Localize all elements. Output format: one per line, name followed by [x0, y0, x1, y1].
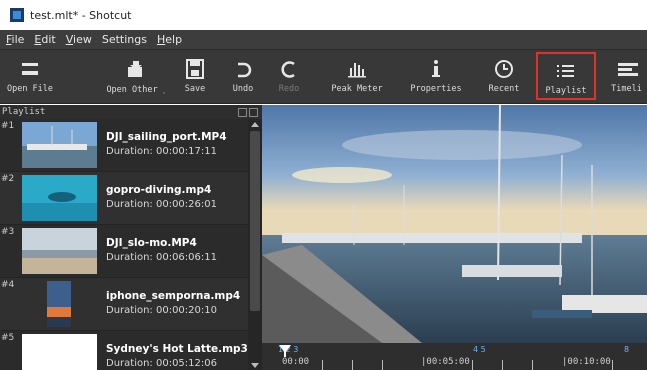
semporna-thumbnail [47, 281, 71, 327]
playlist-panel-header: Playlist [0, 105, 262, 119]
main-toolbar: Open File Open Other ˯ Save Undo Redo Pe… [0, 50, 647, 104]
scroll-down-icon[interactable] [251, 363, 259, 368]
clock-icon [492, 56, 516, 82]
timeline-icon [615, 56, 639, 82]
playlist-scrollbar[interactable] [248, 119, 262, 370]
timeline-button[interactable]: Timeli [606, 52, 647, 100]
item-name: DJI_sailing_port.MP4 [106, 131, 227, 143]
playlist-panel-title: Playlist [2, 107, 46, 117]
audio-thumbnail [22, 334, 97, 370]
menu-settings[interactable]: Settings [102, 33, 147, 46]
peak-meter-button[interactable]: Peak Meter [326, 52, 388, 100]
slo-mo-thumbnail [22, 228, 97, 274]
playlist-item[interactable]: #2 gopro-diving.mp4 Duration: 00:00:26:0… [0, 172, 248, 225]
playlist-item[interactable]: #4 iphone_semporna.mp4 Duration: 00:00:2… [0, 278, 248, 331]
sailing-port-thumbnail [22, 122, 97, 168]
item-duration: Duration: 00:00:26:01 [106, 199, 217, 210]
timecode-label: 00:00 [282, 357, 310, 367]
close-panel-icon[interactable] [249, 107, 258, 117]
menu-view[interactable]: View [66, 33, 92, 46]
item-number: #2 [1, 174, 15, 184]
list-icon [554, 58, 578, 84]
playlist-list: #1 DJI_sailing_port.MP4 Duration: 00:00:… [0, 119, 248, 370]
open-file-button[interactable]: Open File [2, 52, 58, 100]
playlist-panel: Playlist #1 DJI_sailing_port.MP4 Duratio… [0, 105, 262, 370]
item-number: #3 [1, 227, 15, 237]
timeline-ruler[interactable]: 1 2 3 4 5 8 00:00 |00:05:00 |00:10:00 [262, 343, 647, 370]
video-viewer[interactable] [262, 105, 647, 343]
title-bar: test.mlt* - Shotcut [0, 0, 647, 30]
harbor-preview-image [262, 105, 647, 343]
playlist-item[interactable]: #3 DJI_slo-mo.MP4 Duration: 00:06:06:11 [0, 225, 248, 278]
undo-icon [231, 56, 255, 82]
window-title: test.mlt* - Shotcut [30, 8, 132, 22]
menu-help[interactable]: Help [157, 33, 182, 46]
menu-bar: File Edit View Settings Help [0, 30, 647, 50]
open-file-icon [18, 56, 42, 82]
redo-button[interactable]: Redo [274, 52, 304, 100]
playlist-item[interactable]: #5 Sydney's Hot Latte.mp3 Duration: 00:0… [0, 331, 248, 370]
playlist-button[interactable]: Playlist [536, 52, 596, 100]
playlist-item[interactable]: #1 DJI_sailing_port.MP4 Duration: 00:00:… [0, 119, 248, 172]
scroll-thumb[interactable] [250, 131, 260, 311]
menu-file[interactable]: File [6, 33, 24, 46]
save-button[interactable]: Save [180, 52, 210, 100]
item-number: #4 [1, 280, 15, 290]
timecode-label: |00:05:00 [421, 357, 470, 367]
menu-edit[interactable]: Edit [34, 33, 55, 46]
item-duration: Duration: 00:00:20:10 [106, 305, 217, 316]
timecode-label: |00:10:00 [562, 357, 611, 367]
undo-button[interactable]: Undo [228, 52, 258, 100]
scroll-up-icon[interactable] [251, 122, 259, 127]
diving-thumbnail [22, 175, 97, 221]
item-duration: Duration: 00:00:17:11 [106, 146, 217, 157]
playhead-icon[interactable] [279, 345, 291, 357]
redo-icon [277, 56, 301, 82]
item-number: #1 [1, 121, 15, 131]
float-panel-icon[interactable] [238, 107, 247, 117]
item-name: DJI_slo-mo.MP4 [106, 237, 197, 249]
open-other-icon [124, 56, 148, 82]
item-duration: Duration: 00:05:12:06 [106, 358, 217, 369]
item-duration: Duration: 00:06:06:11 [106, 252, 217, 263]
item-number: #5 [1, 333, 15, 343]
item-name: iphone_semporna.mp4 [106, 290, 241, 302]
peak-meter-icon [345, 56, 369, 82]
recent-button[interactable]: Recent [484, 52, 524, 100]
marker-group[interactable]: 4 5 [473, 345, 486, 354]
info-icon [424, 56, 448, 82]
item-name: gopro-diving.mp4 [106, 184, 212, 196]
properties-button[interactable]: Properties [404, 52, 468, 100]
save-icon [183, 56, 207, 82]
marker-group[interactable]: 8 [624, 345, 629, 354]
open-other-button[interactable]: Open Other ˯ [100, 52, 172, 100]
item-name: Sydney's Hot Latte.mp3 [106, 343, 248, 355]
shotcut-app-icon [10, 8, 24, 22]
